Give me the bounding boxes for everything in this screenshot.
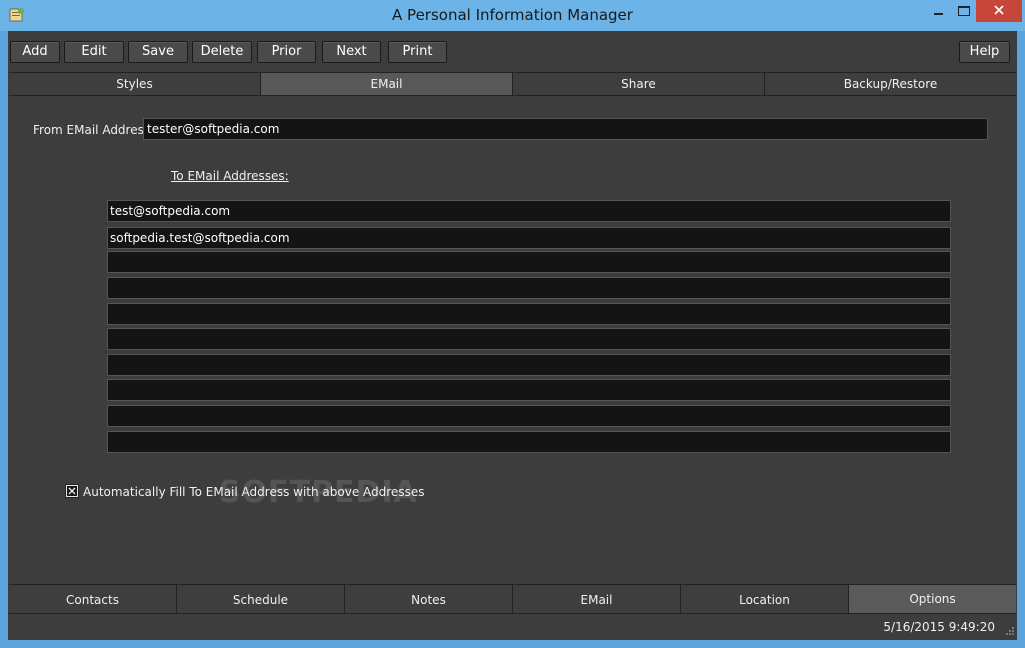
tab-notes[interactable]: Notes: [345, 585, 513, 613]
to-email-input[interactable]: [107, 251, 951, 273]
edit-button[interactable]: Edit: [64, 41, 124, 63]
status-bar: 5/16/2015 9:49:20: [8, 615, 1017, 640]
tab-share[interactable]: Share: [513, 73, 765, 95]
toolbar: Add Edit Save Delete Prior Next Print He…: [8, 31, 1017, 71]
title-bar: A Personal Information Manager: [0, 0, 1025, 31]
prior-button[interactable]: Prior: [257, 41, 316, 63]
email-panel: From EMail Address: tester@softpedia.com…: [9, 97, 1016, 583]
tab-options[interactable]: Options: [849, 585, 1016, 613]
to-email-input[interactable]: test@softpedia.com: [107, 200, 951, 222]
window-title: A Personal Information Manager: [392, 6, 633, 24]
help-button[interactable]: Help: [959, 41, 1010, 63]
to-email-input[interactable]: softpedia.test@softpedia.com: [107, 227, 951, 249]
to-email-input[interactable]: [107, 354, 951, 376]
auto-fill-label[interactable]: Automatically Fill To EMail Address with…: [83, 485, 424, 499]
from-email-label: From EMail Address:: [33, 123, 155, 137]
minimize-button[interactable]: [932, 0, 958, 22]
next-button[interactable]: Next: [322, 41, 381, 63]
close-button[interactable]: [976, 0, 1022, 22]
to-email-input[interactable]: [107, 328, 951, 350]
tab-contacts[interactable]: Contacts: [9, 585, 177, 613]
auto-fill-checkbox[interactable]: [65, 484, 79, 498]
save-button[interactable]: Save: [128, 41, 188, 63]
app-client: Add Edit Save Delete Prior Next Print He…: [8, 31, 1017, 640]
checkmark-icon: [67, 486, 77, 496]
to-email-input[interactable]: [107, 277, 951, 299]
status-datetime: 5/16/2015 9:49:20: [883, 620, 995, 634]
tab-location[interactable]: Location: [681, 585, 849, 613]
bottom-tab-bar: Contacts Schedule Notes EMail Location O…: [9, 584, 1016, 614]
close-icon: [994, 5, 1004, 15]
to-email-label: To EMail Addresses:: [171, 169, 289, 183]
top-tab-bar: Styles EMail Share Backup/Restore: [9, 72, 1016, 96]
to-email-input[interactable]: [107, 303, 951, 325]
delete-button[interactable]: Delete: [192, 41, 252, 63]
maximize-button[interactable]: [958, 0, 976, 22]
tab-email-module[interactable]: EMail: [513, 585, 681, 613]
to-email-input[interactable]: [107, 431, 951, 453]
to-email-input[interactable]: [107, 379, 951, 401]
tab-backup-restore[interactable]: Backup/Restore: [765, 73, 1016, 95]
to-email-input[interactable]: [107, 405, 951, 427]
add-button[interactable]: Add: [10, 41, 60, 63]
tab-schedule[interactable]: Schedule: [177, 585, 345, 613]
tab-styles[interactable]: Styles: [9, 73, 261, 95]
tab-email[interactable]: EMail: [261, 73, 513, 95]
from-email-input[interactable]: tester@softpedia.com: [143, 118, 988, 140]
print-button[interactable]: Print: [388, 41, 447, 63]
resize-grip-icon[interactable]: [1006, 627, 1014, 635]
